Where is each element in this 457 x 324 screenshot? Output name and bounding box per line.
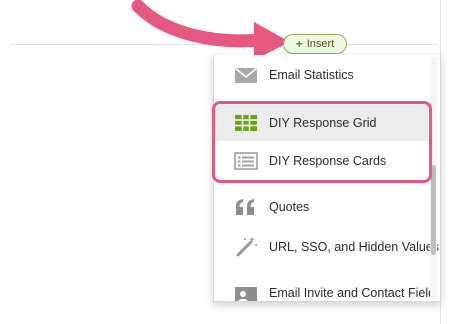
menu-item-quotes[interactable]: Quotes (214, 189, 428, 225)
plus-icon: + (295, 37, 303, 51)
menu-item-label: DIY Response Cards (269, 154, 387, 168)
list-cards-icon (234, 152, 258, 170)
grid-table-icon (235, 115, 257, 131)
menu-item-label: DIY Response Grid (269, 116, 377, 130)
right-panel-edge (440, 0, 457, 324)
quote-icon (236, 199, 254, 215)
menu-scrollbar-thumb[interactable] (431, 165, 436, 255)
menu-item-email-invite-contact-field[interactable]: Email Invite and Contact Field (214, 275, 435, 301)
menu-item-label: Email Statistics (269, 68, 354, 82)
insert-dropdown-menu: Email Statistics DIY Response Grid DIY R… (213, 55, 441, 302)
envelope-icon (234, 67, 258, 83)
menu-item-label: Quotes (269, 200, 310, 214)
menu-item-label: Email Invite and Contact Field (269, 286, 436, 300)
insert-button[interactable]: + Insert (283, 34, 347, 54)
menu-item-label: URL, SSO, and Hidden Values (269, 240, 440, 254)
menu-item-diy-response-cards[interactable]: DIY Response Cards (214, 143, 428, 179)
insert-button-label: Insert (306, 38, 335, 50)
contact-card-icon (235, 287, 257, 301)
magic-wand-icon (236, 237, 257, 257)
menu-item-email-statistics[interactable]: Email Statistics (214, 57, 428, 93)
menu-item-url-sso-hidden-values[interactable]: URL, SSO, and Hidden Values (214, 229, 439, 265)
menu-item-diy-response-grid[interactable]: DIY Response Grid (214, 105, 428, 141)
